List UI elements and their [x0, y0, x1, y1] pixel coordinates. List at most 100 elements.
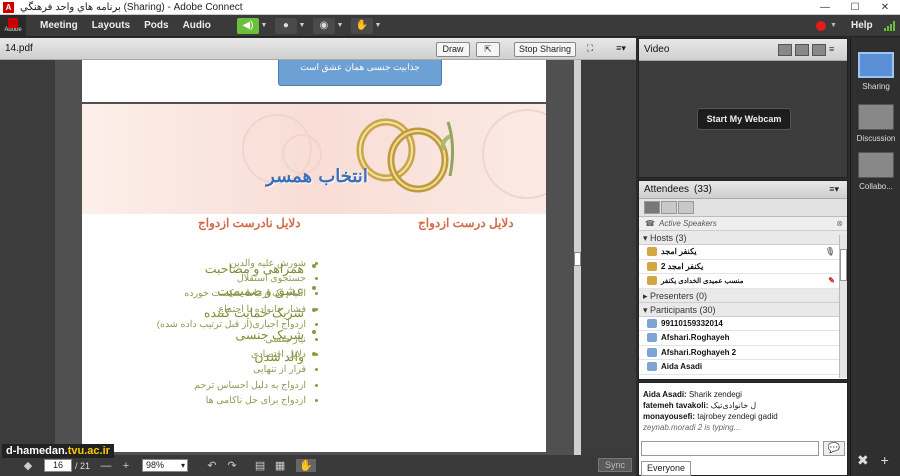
- attendees-scrollbar[interactable]: [839, 235, 847, 378]
- table-row[interactable]: Afshari.Roghayeh: [639, 331, 847, 346]
- layout-collaboration[interactable]: Collabo...: [856, 152, 896, 191]
- fit-width-icon[interactable]: ▤: [250, 459, 270, 472]
- fullscreen-icon[interactable]: [812, 44, 826, 56]
- status-dropdown-icon[interactable]: ▼: [373, 18, 383, 34]
- maximize-button[interactable]: ☐: [840, 0, 870, 15]
- menu-audio[interactable]: Audio: [183, 20, 211, 31]
- video-pod: Video ≡ Start My Webcam: [638, 38, 848, 178]
- sync-button[interactable]: Sync: [598, 458, 632, 472]
- current-slide: انتخاب همسر دلایل درست ازدواج دلایل نادر…: [82, 104, 546, 452]
- table-row[interactable]: Aida Asadi: [639, 360, 847, 375]
- attendees-toolbar: [639, 199, 847, 217]
- chat-message: fatemeh tavakoli: ل خانوادی‌تیک: [643, 401, 757, 410]
- zoom-out-icon[interactable]: —: [96, 460, 116, 472]
- viewer-margin-left: [0, 60, 55, 455]
- manage-layouts-icon[interactable]: ✖: [857, 452, 869, 468]
- menu-pods[interactable]: Pods: [144, 20, 168, 31]
- chat-input[interactable]: [641, 441, 819, 456]
- chat-messages: Aida Asadi: Sharik zendegi fatemeh tavak…: [639, 383, 847, 439]
- window-title: برنامه هاي واحد فرهنگي (Sharing) - Adobe…: [20, 1, 243, 13]
- attendees-count: (33): [694, 184, 712, 195]
- layout-discussion[interactable]: Discussion: [856, 104, 896, 143]
- zoom-select[interactable]: 98%: [142, 459, 189, 472]
- fit-page-icon[interactable]: ▦: [270, 459, 290, 472]
- first-page-icon[interactable]: ◆: [18, 459, 38, 472]
- chat-recipient-tab[interactable]: Everyone: [641, 461, 692, 476]
- webcam-icon[interactable]: ◉: [312, 17, 335, 34]
- list-item: فشار خانواده یا اجتماع: [142, 302, 318, 317]
- viewer-margin-right: [581, 60, 636, 455]
- breakout-view-icon[interactable]: [661, 201, 677, 214]
- viewer-toolbar: ◆ 16 / 21 — + 98% ↶ ↷ ▤ ▦ ✋ Sync: [0, 455, 636, 476]
- rotate-left-icon[interactable]: ↶: [202, 459, 222, 472]
- fullscreen-icon[interactable]: ⛶: [582, 42, 598, 57]
- right-column-heading: دلایل درست ازدواج: [418, 216, 514, 230]
- document-viewer[interactable]: جذابیت جنسی همان عشق است انتخاب همسر دلا…: [0, 60, 636, 455]
- stop-sharing-button[interactable]: Stop Sharing: [514, 42, 576, 57]
- webcam-dropdown-icon[interactable]: ▼: [335, 18, 345, 34]
- record-dropdown-icon[interactable]: ▼: [830, 22, 837, 29]
- pod-options-icon[interactable]: ≡▾: [612, 42, 630, 57]
- layout-thumbnail: [858, 104, 894, 130]
- wedding-rings-image: [356, 118, 455, 193]
- presenters-section-header[interactable]: ▸ Presenters (0): [639, 288, 847, 303]
- status-view-icon[interactable]: [678, 201, 694, 214]
- pointer-tool-icon[interactable]: ⇱: [476, 42, 500, 57]
- adobe-connect-app-icon: A: [3, 1, 14, 13]
- grid-view-icon[interactable]: [778, 44, 792, 56]
- hand-tool-icon[interactable]: ✋: [296, 459, 317, 472]
- list-item: فرار از تنهایی: [142, 362, 318, 377]
- draw-button[interactable]: Draw: [436, 42, 470, 57]
- host-icon: [647, 276, 657, 285]
- table-row[interactable]: Afshari.Roghayeh 2: [639, 346, 847, 360]
- menu-meeting[interactable]: Meeting: [40, 20, 78, 31]
- table-row[interactable]: یکنفر امجد 2: [639, 260, 847, 274]
- participant-icon: [647, 362, 657, 371]
- help-menu[interactable]: Help: [851, 20, 873, 31]
- add-layout-icon[interactable]: +: [881, 452, 889, 468]
- microphone-icon[interactable]: ●: [274, 17, 297, 34]
- left-column-heading: دلایل نادرست ازدواج: [198, 216, 301, 230]
- filmstrip-view-icon[interactable]: [795, 44, 809, 56]
- list-item: ازدواج برای حل ناکامی ها: [142, 393, 318, 408]
- list-item: دلایل اقتصادی: [142, 347, 318, 362]
- pod-options-icon[interactable]: ≡▾: [829, 184, 839, 195]
- layout-sharing[interactable]: Sharing: [856, 52, 896, 91]
- previous-slide: جذابیت جنسی همان عشق است: [82, 60, 546, 102]
- table-row[interactable]: 99110159332014: [639, 317, 847, 331]
- close-button[interactable]: ✕: [870, 0, 900, 15]
- microphone-dropdown-icon[interactable]: ▼: [297, 18, 307, 34]
- pod-options-icon[interactable]: ≡: [829, 44, 843, 56]
- window-titlebar: A برنامه هاي واحد فرهنگي (Sharing) - Ado…: [0, 0, 900, 15]
- speaker-icon[interactable]: ◀): [236, 17, 259, 34]
- left-reasons-list: شورش علیه والدین جستجوی استقلال التیام ی…: [142, 256, 318, 408]
- microphone-icon: 🎙: [824, 247, 835, 256]
- send-message-icon[interactable]: 💬: [823, 441, 845, 456]
- adobe-logo: Adobe: [0, 14, 26, 37]
- table-row[interactable]: منسب عمیدی الخدادی یکنفر ✎: [639, 274, 847, 289]
- chat-message: monayousefi: tajrobey zendegi gadid: [643, 412, 778, 421]
- start-webcam-button[interactable]: Start My Webcam: [697, 108, 791, 130]
- minimize-button[interactable]: —: [810, 0, 840, 15]
- rotate-right-icon[interactable]: ↷: [222, 459, 242, 472]
- viewer-scroll-thumb[interactable]: [574, 252, 581, 266]
- layouts-panel: Sharing Discussion Collabo... ✖ +: [850, 38, 900, 476]
- participants-section-header[interactable]: ▾ Participants (30): [639, 302, 847, 317]
- slide-title: انتخاب همسر: [266, 166, 368, 187]
- list-item: جستجوی استقلال: [142, 271, 318, 286]
- zoom-in-icon[interactable]: +: [116, 460, 136, 472]
- record-icon[interactable]: [816, 21, 826, 31]
- table-row[interactable]: یکنفر امجد 🎙: [639, 245, 847, 260]
- menubar: Adobe Meeting Layouts Pods Audio ◀) ▼ ● …: [0, 14, 900, 37]
- close-icon[interactable]: ⊗: [836, 217, 843, 231]
- raise-hand-icon[interactable]: ✋: [350, 17, 373, 34]
- hosts-section-header[interactable]: ▾ Hosts (3): [639, 231, 847, 245]
- attendees-scroll-thumb[interactable]: [840, 249, 847, 281]
- chat-pod: Aida Asadi: Sharik zendegi fatemeh tavak…: [638, 382, 848, 476]
- viewer-scrollbar[interactable]: [574, 60, 581, 455]
- attendees-pod: Attendees (33) ≡▾ ☎ Active Speakers ⊗ ▾ …: [638, 180, 848, 380]
- list-view-icon[interactable]: [644, 201, 660, 214]
- menu-layouts[interactable]: Layouts: [92, 20, 130, 31]
- page-number-input[interactable]: 16: [44, 459, 72, 472]
- speaker-dropdown-icon[interactable]: ▼: [259, 18, 269, 34]
